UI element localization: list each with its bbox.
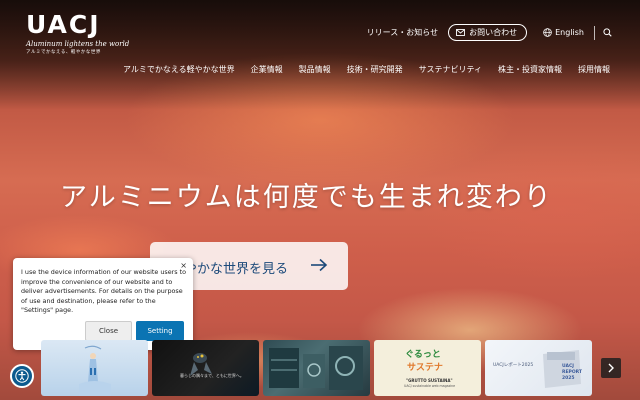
header-divider — [594, 25, 595, 40]
language-label: English — [555, 28, 584, 37]
news-link[interactable]: リリース・お知らせ — [367, 27, 438, 38]
accessibility-button[interactable] — [10, 364, 34, 388]
logo-wordmark: UACJ — [26, 10, 101, 39]
hero-cta-label: やかな世界を見る — [184, 262, 289, 277]
search-icon[interactable] — [603, 28, 612, 37]
robot-illustration — [190, 353, 212, 376]
cookie-message: I use the device information of our webs… — [21, 268, 187, 314]
nav-item-investors[interactable]: 株主・投資家情報 — [498, 64, 562, 75]
accessibility-icon — [15, 369, 29, 383]
site-logo[interactable]: UACJ Aluminum lightens the world アルミでかなえ… — [26, 12, 129, 55]
report-title-line1: UACJ — [562, 364, 574, 369]
contact-button-label: お問い合わせ — [469, 28, 518, 37]
carousel-next-button[interactable] — [601, 358, 621, 378]
arrow-right-icon — [311, 258, 328, 272]
report-title-line2: REPORT — [562, 370, 582, 375]
nav-item-technology[interactable]: 技術・研究開発 — [347, 64, 403, 75]
slide-title-line2: サステナ — [407, 363, 443, 373]
banner-carousel: 暮らしの隅々まで、ともに世界へ。 ぐるっと サステナ "GRUTTO SUSTA… — [41, 340, 596, 396]
nav-item-company[interactable]: 企業情報 — [251, 64, 283, 75]
factory-illustration — [269, 346, 363, 390]
carousel-slide[interactable]: UACJレポート2025 UACJ REPORT 2025 — [485, 340, 592, 396]
nav-item-sustainability[interactable]: サステナビリティ — [419, 64, 482, 75]
globe-icon — [543, 28, 552, 37]
global-nav: アルミでかなえる軽やかな世界 企業情報 製品情報 技術・研究開発 サステナビリテ… — [107, 64, 610, 75]
nav-item-careers[interactable]: 採用情報 — [578, 64, 610, 75]
cookie-setting-button[interactable]: Setting — [136, 321, 184, 341]
nav-item-vision[interactable]: アルミでかなえる軽やかな世界 — [123, 64, 235, 75]
slide-subtitle: "GRUTTO SUSTAINA" — [406, 378, 453, 383]
carousel-slide[interactable]: ぐるっと サステナ "GRUTTO SUSTAINA" UACJ sustain… — [374, 340, 481, 396]
language-switch[interactable]: English — [543, 28, 584, 37]
carousel-slide[interactable] — [263, 340, 370, 396]
utility-nav: リリース・お知らせ お問い合わせ English — [367, 24, 612, 41]
carousel-slide[interactable]: 暮らしの隅々まで、ともに世界へ。 — [152, 340, 259, 396]
cookie-close-button[interactable]: Close — [85, 321, 132, 341]
figure-illustration — [79, 345, 111, 396]
report-cover-image — [543, 350, 581, 388]
nav-item-products[interactable]: 製品情報 — [299, 64, 331, 75]
carousel-slide[interactable] — [41, 340, 148, 396]
logo-tagline-ja: アルミでかなえる、軽やかな世界 — [26, 50, 101, 55]
mail-icon — [456, 29, 466, 36]
logo-tagline: Aluminum lightens the world — [26, 40, 130, 48]
hero-headline: アルミニウムは何度でも生まれ変わり — [60, 182, 553, 213]
chevron-right-icon — [608, 363, 614, 373]
slide-subtitle-secondary: UACJ sustainable web magazine — [404, 384, 456, 388]
cookie-consent-dialog: × I use the device information of our we… — [13, 258, 193, 350]
slide-caption: 暮らしの隅々まで、ともに世界へ。 — [180, 373, 244, 378]
slide-title-line1: ぐるっと — [405, 350, 441, 360]
report-title-line3: 2025 — [562, 376, 575, 381]
contact-button[interactable]: お問い合わせ — [448, 24, 528, 41]
